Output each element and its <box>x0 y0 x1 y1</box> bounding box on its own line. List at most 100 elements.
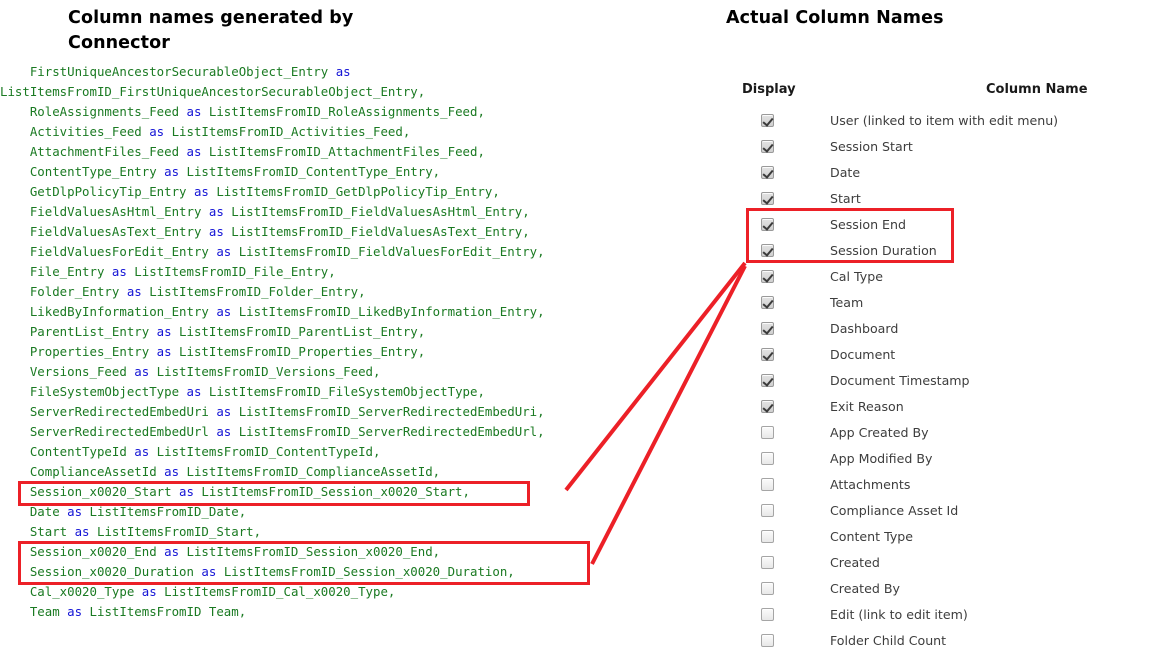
checkbox-unchecked-icon[interactable] <box>760 477 774 491</box>
column-row[interactable]: Session Start <box>742 133 1162 159</box>
code-keyword-as: as <box>328 64 351 79</box>
display-checkbox-cell[interactable] <box>742 295 792 309</box>
code-identifier: Activities_Feed <box>0 124 142 139</box>
display-checkbox-cell[interactable] <box>742 451 792 465</box>
code-identifier: ContentType_Entry <box>0 164 157 179</box>
display-checkbox-cell[interactable] <box>742 503 792 517</box>
checkbox-checked-icon[interactable] <box>760 321 774 335</box>
checkbox-checked-icon[interactable] <box>760 139 774 153</box>
code-line: Activities_Feed as ListItemsFromID_Activ… <box>0 122 640 142</box>
checkbox-unchecked-icon[interactable] <box>760 529 774 543</box>
display-checkbox-cell[interactable] <box>742 165 792 179</box>
code-identifier: FieldValuesAsHtml_Entry <box>0 204 202 219</box>
column-row[interactable]: Session End <box>742 211 1162 237</box>
column-row[interactable]: Content Type <box>742 523 1162 549</box>
code-alias: ListItemsFromID_Activities_Feed, <box>171 124 411 139</box>
code-keyword-as: as <box>156 164 187 179</box>
checkbox-checked-icon[interactable] <box>760 347 774 361</box>
column-row[interactable]: Start <box>742 185 1162 211</box>
column-row[interactable]: Team <box>742 289 1162 315</box>
column-name-label: Session Duration <box>830 242 937 258</box>
display-checkbox-cell[interactable] <box>742 477 792 491</box>
checkbox-checked-icon[interactable] <box>760 399 774 413</box>
display-checkbox-cell[interactable] <box>742 373 792 387</box>
column-row[interactable]: Session Duration <box>742 237 1162 263</box>
column-name-label: Document <box>830 346 896 362</box>
code-line: Cal_x0020_Type as ListItemsFromID_Cal_x0… <box>0 582 640 602</box>
checkbox-checked-icon[interactable] <box>760 269 774 283</box>
display-checkbox-cell[interactable] <box>742 555 792 569</box>
checkbox-checked-icon[interactable] <box>760 191 774 205</box>
column-row[interactable]: Attachments <box>742 471 1162 497</box>
display-checkbox-cell[interactable] <box>742 607 792 621</box>
column-row[interactable]: Created By <box>742 575 1162 601</box>
code-alias: ListItemsFromID_Date, <box>89 504 247 519</box>
display-checkbox-cell[interactable] <box>742 113 792 127</box>
code-keyword-as: as <box>126 364 157 379</box>
column-name-label: Date <box>830 164 861 180</box>
checkbox-unchecked-icon[interactable] <box>760 581 774 595</box>
code-identifier: FieldValuesForEdit_Entry <box>0 244 209 259</box>
display-checkbox-cell[interactable] <box>742 217 792 231</box>
checkbox-unchecked-icon[interactable] <box>760 555 774 569</box>
column-row[interactable]: Compliance Asset Id <box>742 497 1162 523</box>
checkbox-checked-icon[interactable] <box>760 217 774 231</box>
display-checkbox-cell[interactable] <box>742 139 792 153</box>
column-name-label: App Modified By <box>830 450 933 466</box>
code-alias: ListItemsFromID_ComplianceAssetId, <box>186 464 441 479</box>
code-alias: ListItemsFromID_Versions_Feed, <box>156 364 381 379</box>
code-line: Folder_Entry as ListItemsFromID_Folder_E… <box>0 282 640 302</box>
checkbox-unchecked-icon[interactable] <box>760 451 774 465</box>
display-checkbox-cell[interactable] <box>742 581 792 595</box>
code-line: Properties_Entry as ListItemsFromID_Prop… <box>0 342 640 362</box>
checkbox-checked-icon[interactable] <box>760 113 774 127</box>
code-line: FieldValuesAsHtml_Entry as ListItemsFrom… <box>0 202 640 222</box>
column-row[interactable]: Created <box>742 549 1162 575</box>
column-row[interactable]: Date <box>742 159 1162 185</box>
code-line: FirstUniqueAncestorSecurableObject_Entry… <box>0 62 640 82</box>
column-name-label: Team <box>830 294 864 310</box>
checkbox-unchecked-icon[interactable] <box>760 607 774 621</box>
checkbox-unchecked-icon[interactable] <box>760 503 774 517</box>
checkbox-checked-icon[interactable] <box>760 373 774 387</box>
column-row[interactable]: Edit (link to edit item) <box>742 601 1162 627</box>
column-row[interactable]: Document <box>742 341 1162 367</box>
code-identifier: Session_x0020_Start <box>0 484 172 499</box>
code-identifier: ServerRedirectedEmbedUri <box>0 404 209 419</box>
checkbox-checked-icon[interactable] <box>760 243 774 257</box>
code-line: FileSystemObjectType as ListItemsFromID_… <box>0 382 640 402</box>
display-checkbox-cell[interactable] <box>742 425 792 439</box>
code-identifier: File_Entry <box>0 264 105 279</box>
column-row[interactable]: App Modified By <box>742 445 1162 471</box>
column-row[interactable]: Cal Type <box>742 263 1162 289</box>
display-checkbox-cell[interactable] <box>742 269 792 283</box>
display-checkbox-cell[interactable] <box>742 191 792 205</box>
code-identifier: FieldValuesAsText_Entry <box>0 224 202 239</box>
display-checkbox-cell[interactable] <box>742 321 792 335</box>
display-checkbox-cell[interactable] <box>742 347 792 361</box>
column-name-label: Content Type <box>830 528 914 544</box>
checkbox-checked-icon[interactable] <box>760 295 774 309</box>
code-alias: ListItemsFromID_Start, <box>96 524 262 539</box>
display-checkbox-cell[interactable] <box>742 529 792 543</box>
column-row[interactable]: Dashboard <box>742 315 1162 341</box>
column-name-label: Cal Type <box>830 268 883 284</box>
display-checkbox-cell[interactable] <box>742 399 792 413</box>
code-identifier: Start <box>0 524 68 539</box>
checkbox-unchecked-icon[interactable] <box>760 633 774 647</box>
column-name-label: Start <box>830 190 861 206</box>
column-row[interactable]: User (linked to item with edit menu) <box>742 107 1162 133</box>
display-checkbox-cell[interactable] <box>742 243 792 257</box>
code-alias: ListItemsFromID_GetDlpPolicyTip_Entry, <box>216 184 500 199</box>
code-alias: ListItemsFromID_Cal_x0020_Type, <box>164 584 396 599</box>
table-header-row: Display Column Name <box>742 82 1162 107</box>
column-row[interactable]: App Created By <box>742 419 1162 445</box>
column-name-label: Exit Reason <box>830 398 904 414</box>
column-row[interactable]: Exit Reason <box>742 393 1162 419</box>
code-alias: ListItemsFromID_ParentList_Entry, <box>179 324 426 339</box>
column-row[interactable]: Document Timestamp <box>742 367 1162 393</box>
column-row[interactable]: Folder Child Count <box>742 627 1162 653</box>
checkbox-unchecked-icon[interactable] <box>760 425 774 439</box>
display-checkbox-cell[interactable] <box>742 633 792 647</box>
checkbox-checked-icon[interactable] <box>760 165 774 179</box>
